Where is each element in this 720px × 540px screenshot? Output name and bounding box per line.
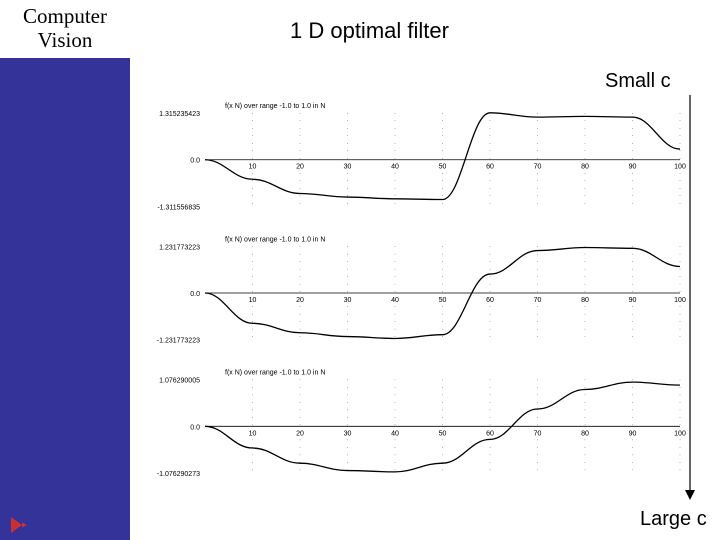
sidebar-title-line2: Vision xyxy=(38,28,93,52)
svg-text:0.0: 0.0 xyxy=(190,158,200,165)
svg-text:80: 80 xyxy=(581,297,589,304)
svg-text:-1.076290273: -1.076290273 xyxy=(157,471,200,478)
svg-text:70: 70 xyxy=(534,430,542,437)
svg-text:30: 30 xyxy=(344,430,352,437)
svg-text:1.315235423: 1.315235423 xyxy=(159,111,200,118)
plot-2: 10 20 30 40 50 60 70 80 90 100 1.076290005 0.0 -1.07… xyxy=(157,370,686,478)
label-large-c: Large c xyxy=(640,508,707,531)
svg-text:20: 20 xyxy=(296,297,304,304)
svg-text:100: 100 xyxy=(674,430,686,437)
svg-text:80: 80 xyxy=(581,430,589,437)
svg-text:40: 40 xyxy=(391,430,399,437)
svg-text:40: 40 xyxy=(391,297,399,304)
svg-text:60: 60 xyxy=(486,297,494,304)
svg-text:60: 60 xyxy=(486,430,494,437)
svg-text:20: 20 xyxy=(296,164,304,171)
svg-text:0.0: 0.0 xyxy=(190,291,200,298)
svg-text:f(x N) over range -1.0 to 1.0: f(x N) over range -1.0 to 1.0 in N xyxy=(225,370,325,377)
sidebar-title: Computer Vision xyxy=(0,0,130,58)
plot-0: 10 20 30 40 50 60 70 80 90 100 1.315235423 0.0 -1.31… xyxy=(157,103,686,211)
svg-text:40: 40 xyxy=(391,164,399,171)
svg-text:30: 30 xyxy=(344,164,352,171)
svg-text:f(x N) over range -1.0 to 1.0: f(x N) over range -1.0 to 1.0 in N xyxy=(225,103,325,110)
svg-text:10: 10 xyxy=(249,164,257,171)
svg-text:90: 90 xyxy=(629,297,637,304)
svg-text:30: 30 xyxy=(344,297,352,304)
sidebar-title-line1: Computer xyxy=(23,4,107,28)
svg-text:10: 10 xyxy=(249,297,257,304)
svg-text:80: 80 xyxy=(581,164,589,171)
svg-text:60: 60 xyxy=(486,164,494,171)
sidebar: Computer Vision xyxy=(0,0,130,540)
page-title: 1 D optimal filter xyxy=(290,18,449,44)
svg-text:90: 90 xyxy=(629,430,637,437)
svg-text:100: 100 xyxy=(674,297,686,304)
svg-text:-1.311556835: -1.311556835 xyxy=(157,204,200,211)
svg-text:1.231773223: 1.231773223 xyxy=(159,244,200,251)
svg-text:-1.231773223: -1.231773223 xyxy=(157,338,200,345)
svg-text:f(x N) over range -1.0 to 1.0: f(x N) over range -1.0 to 1.0 in N xyxy=(225,236,325,243)
svg-text:90: 90 xyxy=(629,164,637,171)
svg-text:50: 50 xyxy=(439,430,447,437)
plot-1: 10 20 30 40 50 60 70 80 90 100 1.231773223 0.0 -1.23… xyxy=(157,236,686,344)
bullet-arrow-icon xyxy=(8,515,28,535)
svg-text:70: 70 xyxy=(534,164,542,171)
svg-text:70: 70 xyxy=(534,297,542,304)
svg-text:50: 50 xyxy=(439,297,447,304)
label-small-c: Small c xyxy=(605,70,671,93)
plot-0-curve xyxy=(205,113,680,200)
svg-text:20: 20 xyxy=(296,430,304,437)
plot-2-curve xyxy=(205,382,680,472)
plot-stack: 10 20 30 40 50 60 70 80 90 100 1.315235423 0.0 -1.31… xyxy=(135,95,690,495)
svg-text:0.0: 0.0 xyxy=(190,424,200,431)
svg-text:50: 50 xyxy=(439,164,447,171)
svg-text:10: 10 xyxy=(249,430,257,437)
svg-text:100: 100 xyxy=(674,164,686,171)
svg-text:1.076290005: 1.076290005 xyxy=(159,378,200,385)
